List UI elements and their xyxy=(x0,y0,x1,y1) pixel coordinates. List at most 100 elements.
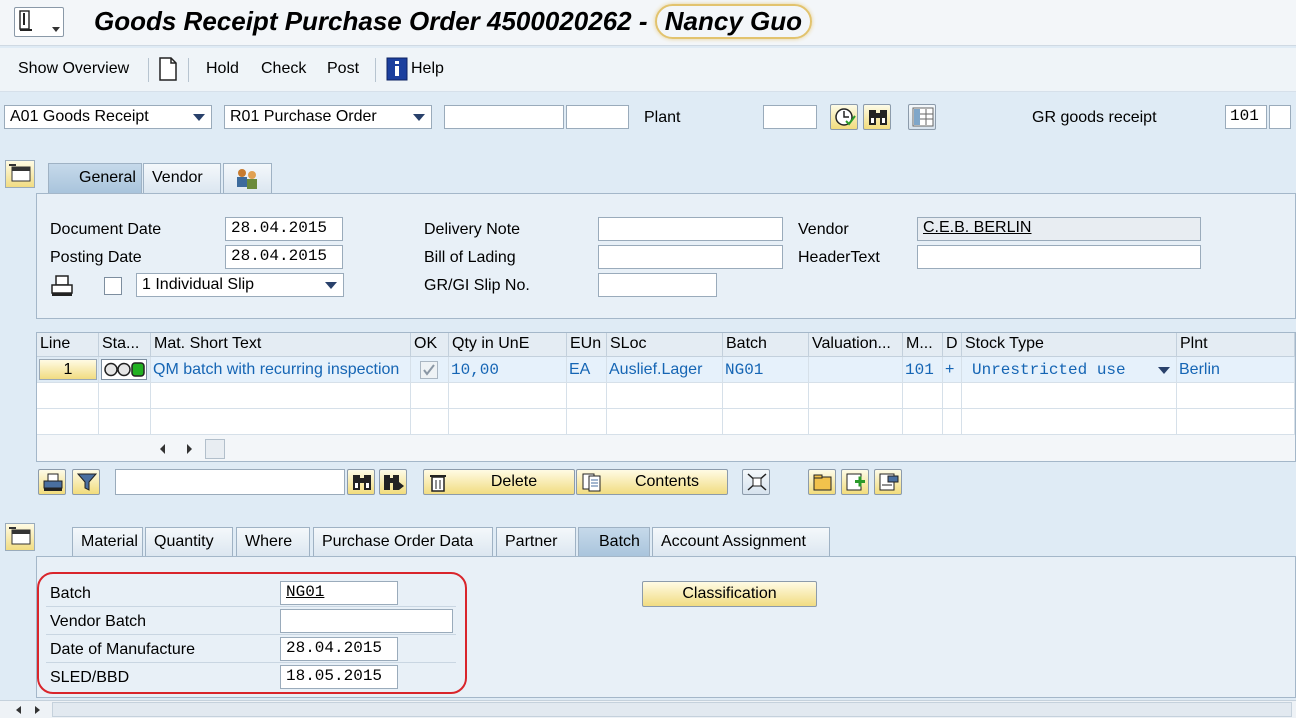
filter-button[interactable] xyxy=(72,469,100,495)
action-select[interactable]: A01 Goods Receipt xyxy=(4,105,212,129)
document-date-input[interactable]: 28.04.2015 xyxy=(225,217,343,241)
gr-goods-receipt-label: GR goods receipt xyxy=(1032,109,1157,126)
post-button[interactable]: Post xyxy=(327,60,359,78)
scroll-left-icon[interactable] xyxy=(14,705,24,715)
scroll-right-icon[interactable] xyxy=(183,443,195,455)
bill-of-lading-input[interactable] xyxy=(598,245,783,269)
slip-select[interactable]: 1 Individual Slip xyxy=(136,273,344,297)
tab-batch[interactable]: Batch xyxy=(578,527,650,557)
highlight-outline xyxy=(37,572,467,694)
page-title: Goods Receipt Purchase Order 4500020262 … xyxy=(94,4,812,39)
scrollbar-handle[interactable] xyxy=(52,702,1292,717)
valuation-cell[interactable] xyxy=(809,357,903,383)
column-header[interactable]: EUn xyxy=(567,333,607,357)
hold-button[interactable]: Hold xyxy=(206,60,239,78)
line-number-button[interactable]: 1 xyxy=(39,359,97,380)
column-header[interactable]: Batch xyxy=(723,333,809,357)
tab-purchase-order-data[interactable]: Purchase Order Data xyxy=(313,527,493,557)
tab-account-assignment[interactable]: Account Assignment xyxy=(652,527,830,557)
posting-date-input[interactable]: 28.04.2015 xyxy=(225,245,343,269)
column-header[interactable]: Plnt xyxy=(1177,333,1295,357)
copy-item-button[interactable] xyxy=(808,469,836,495)
contents-label: Contents xyxy=(634,473,700,490)
qty-cell[interactable]: 10,00 xyxy=(449,357,567,383)
sloc-cell[interactable]: Auslief.Lager xyxy=(607,357,723,383)
stock-type-select[interactable]: Unrestricted use xyxy=(962,357,1177,383)
classification-button[interactable]: Classification xyxy=(642,581,817,607)
column-header[interactable]: D xyxy=(943,333,962,357)
find-next-button[interactable] xyxy=(379,469,407,495)
contents-button[interactable]: Contents xyxy=(576,469,728,495)
scroll-left-icon[interactable] xyxy=(157,443,169,455)
check-button[interactable]: Check xyxy=(261,60,306,78)
system-menu-icon xyxy=(19,10,32,31)
column-header[interactable]: Stock Type xyxy=(962,333,1177,357)
print-checkbox[interactable] xyxy=(104,277,122,295)
column-header[interactable]: SLoc xyxy=(607,333,723,357)
gr-slip-input[interactable] xyxy=(598,273,717,297)
chevron-down-icon xyxy=(325,282,337,289)
add-item-button[interactable] xyxy=(841,469,869,495)
tab-quantity[interactable]: Quantity xyxy=(145,527,233,557)
column-header[interactable]: Sta... xyxy=(99,333,151,357)
column-header[interactable]: Mat. Short Text xyxy=(151,333,411,357)
plant-cell[interactable]: Berlin xyxy=(1177,357,1295,383)
tab-general[interactable]: General xyxy=(48,163,142,193)
material-text-cell[interactable]: QM batch with recurring inspection xyxy=(151,357,411,383)
posting-date-label: Posting Date xyxy=(50,249,142,266)
header-toggle-button[interactable] xyxy=(5,160,35,188)
batch-cell[interactable]: NG01 xyxy=(723,357,809,383)
application-toolbar: Show Overview Hold Check Post Help xyxy=(0,48,1296,92)
help-button[interactable]: Help xyxy=(411,60,444,78)
help-icon[interactable] xyxy=(386,57,408,86)
bottom-scrollbar xyxy=(0,700,1296,718)
print-list-button[interactable] xyxy=(38,469,66,495)
movement-type-input[interactable]: 101 xyxy=(1225,105,1267,129)
item-search-input[interactable] xyxy=(115,469,345,495)
delete-button[interactable]: Delete xyxy=(423,469,575,495)
po-number-input[interactable] xyxy=(444,105,564,129)
plant-input[interactable] xyxy=(763,105,817,129)
find-next-icon xyxy=(384,475,404,490)
ok-checkbox[interactable] xyxy=(420,361,438,379)
tab-material[interactable]: Material xyxy=(72,527,143,557)
reference-select[interactable]: R01 Purchase Order xyxy=(224,105,432,129)
column-header[interactable]: Qty in UnE xyxy=(449,333,567,357)
tab-partner[interactable]: Partner xyxy=(496,527,576,557)
new-document-icon[interactable] xyxy=(158,57,178,86)
tab-where[interactable]: Where xyxy=(236,527,310,557)
find-button[interactable] xyxy=(863,104,891,130)
column-header[interactable]: Line xyxy=(37,333,99,357)
item-details-button[interactable] xyxy=(874,469,902,495)
expand-button[interactable] xyxy=(742,469,770,495)
debit-credit-cell[interactable]: + xyxy=(943,357,962,383)
scroll-right-icon[interactable] xyxy=(32,705,42,715)
table-scrollbar-area xyxy=(37,435,1295,461)
tab-partner-icon[interactable] xyxy=(223,163,272,193)
column-header[interactable]: OK xyxy=(411,333,449,357)
show-overview-button[interactable]: Show Overview xyxy=(18,60,129,78)
system-menu-button[interactable] xyxy=(14,7,64,37)
po-item-input[interactable] xyxy=(566,105,629,129)
scrollbar-handle[interactable] xyxy=(205,439,225,459)
vendor-value[interactable]: C.E.B. BERLIN xyxy=(917,217,1201,241)
execute-button[interactable] xyxy=(830,104,858,130)
title-user-name: Nancy Guo xyxy=(654,4,812,39)
plant-label: Plant xyxy=(644,109,681,126)
column-header[interactable]: M... xyxy=(903,333,943,357)
delivery-note-input[interactable] xyxy=(598,217,783,241)
slip-value: 1 Individual Slip xyxy=(142,276,255,293)
movement-type-cell[interactable]: 101 xyxy=(903,357,943,383)
binoculars-icon xyxy=(869,110,887,125)
column-header[interactable]: Valuation... xyxy=(809,333,903,357)
delivery-note-label: Delivery Note xyxy=(424,221,521,238)
movement-indicator-input[interactable] xyxy=(1269,105,1291,129)
collapse-detail-icon xyxy=(9,527,31,545)
header-text-input[interactable] xyxy=(917,245,1201,269)
tab-vendor[interactable]: Vendor xyxy=(143,163,221,193)
find-item-button[interactable] xyxy=(347,469,375,495)
traffic-light-icon[interactable] xyxy=(101,359,147,380)
detail-toggle-button[interactable] xyxy=(5,523,35,551)
layout-button[interactable] xyxy=(908,104,936,130)
unit-cell[interactable]: EA xyxy=(567,357,607,383)
